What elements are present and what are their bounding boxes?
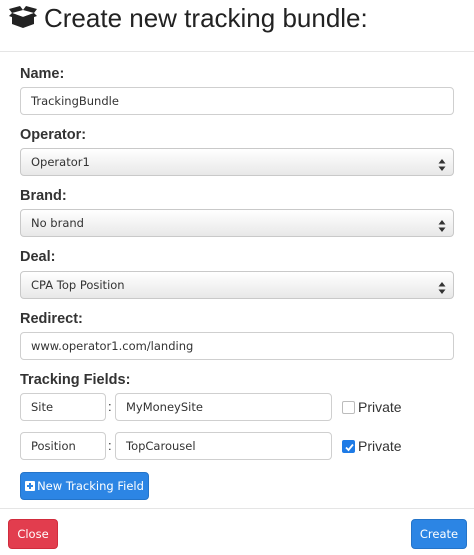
tracking-field-key-input[interactable]: Position: [20, 432, 106, 460]
redirect-label: Redirect:: [20, 311, 83, 327]
deal-label: Deal:: [20, 249, 56, 265]
tracking-field-key-input[interactable]: Site: [20, 393, 106, 421]
select-caret-icon: [438, 278, 446, 294]
operator-select[interactable]: Operator1: [20, 148, 454, 176]
plus-square-icon: [25, 481, 36, 491]
footer-divider: [0, 508, 474, 509]
deal-selected-value: CPA Top Position: [31, 278, 125, 292]
tracking-fields-label: Tracking Fields:: [20, 372, 131, 388]
redirect-input[interactable]: www.operator1.com/landing: [20, 332, 454, 360]
create-button[interactable]: Create: [411, 519, 467, 549]
brand-selected-value: No brand: [31, 216, 84, 230]
close-button[interactable]: Close: [8, 519, 58, 549]
box-icon: [9, 6, 37, 28]
key-value-separator: :: [108, 438, 112, 453]
private-checkbox[interactable]: [342, 440, 355, 453]
modal-title: Create new tracking bundle:: [44, 3, 368, 33]
modal-header: Create new tracking bundle:: [0, 0, 474, 52]
new-tracking-field-label: New Tracking Field: [37, 479, 144, 493]
private-label: Private: [358, 399, 402, 415]
tracking-field-value-input[interactable]: TopCarousel: [115, 432, 332, 460]
tracking-field-value-input[interactable]: MyMoneySite: [115, 393, 332, 421]
name-label: Name:: [20, 66, 65, 82]
select-caret-icon: [438, 216, 446, 232]
operator-selected-value: Operator1: [31, 155, 90, 169]
key-value-separator: :: [108, 399, 112, 414]
operator-label: Operator:: [20, 127, 87, 143]
brand-select[interactable]: No brand: [20, 209, 454, 237]
deal-select[interactable]: CPA Top Position: [20, 271, 454, 299]
private-label: Private: [358, 438, 402, 454]
brand-label: Brand:: [20, 188, 67, 204]
checkmark-icon: [345, 443, 354, 452]
private-checkbox[interactable]: [342, 401, 355, 414]
new-tracking-field-button[interactable]: New Tracking Field: [20, 472, 149, 500]
name-input[interactable]: TrackingBundle: [20, 87, 454, 115]
select-caret-icon: [438, 155, 446, 171]
